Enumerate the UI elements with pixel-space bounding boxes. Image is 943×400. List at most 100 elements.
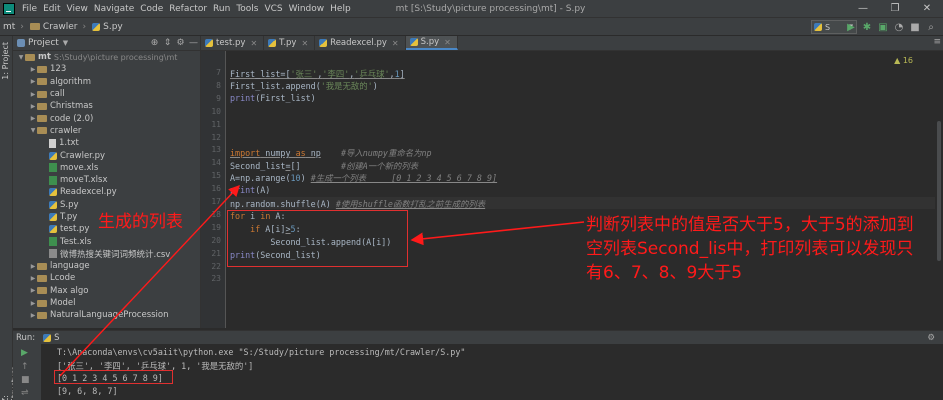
python-file-icon <box>43 333 52 342</box>
tree-item[interactable]: move.xls <box>13 162 200 174</box>
chevron-right-icon[interactable]: ▶ <box>29 300 37 307</box>
coverage-icon[interactable]: ▣ <box>875 22 891 33</box>
editor-scrollbar[interactable] <box>935 51 943 328</box>
menu-code[interactable]: Code <box>137 4 166 14</box>
close-tab-icon[interactable]: ✕ <box>250 39 257 48</box>
gear-icon[interactable]: ⚙ <box>927 333 935 343</box>
chevron-right-icon[interactable]: ▶ <box>29 78 37 85</box>
code-editor[interactable]: ▲ 16 First_list=['张三','李四','乒乓球',1] Firs… <box>226 51 935 328</box>
hide-icon[interactable]: — <box>187 38 200 48</box>
menu-view[interactable]: View <box>64 4 91 14</box>
tree-item[interactable]: ▶ Christmas <box>13 100 200 112</box>
chevron-right-icon[interactable]: ▶ <box>29 312 37 319</box>
chevron-right-icon[interactable]: ▶ <box>29 66 37 73</box>
close-tab-icon[interactable]: ✕ <box>444 38 451 47</box>
folder-icon <box>25 53 35 61</box>
run-config-tab[interactable]: S <box>54 333 59 343</box>
editor-tabs: test.py ✕ T.py ✕ Readexcel.py ✕ S.py ✕ ≡ <box>201 36 943 51</box>
menu-edit[interactable]: Edit <box>40 4 63 14</box>
tree-item-label: call <box>50 89 65 100</box>
close-icon[interactable]: ✕ <box>911 0 943 18</box>
stop-icon[interactable]: ■ <box>21 375 30 385</box>
tree-root[interactable]: ▼ mt S:\Study\picture processing\mt <box>13 51 200 63</box>
menu-run[interactable]: Run <box>210 4 233 14</box>
tree-item[interactable]: ▼ crawler <box>13 125 200 137</box>
tree-item-label: Test.xls <box>60 236 92 247</box>
profile-icon[interactable]: ◔ <box>891 22 907 33</box>
collapse-icon[interactable]: ⇕ <box>161 38 174 48</box>
menu-vcs[interactable]: VCS <box>261 4 285 14</box>
chevron-right-icon[interactable]: ▶ <box>29 287 37 294</box>
tree-item[interactable]: ▶ Lcode <box>13 272 200 284</box>
tree-item[interactable]: Test.xls <box>13 235 200 247</box>
tree-item[interactable]: ▶ Model <box>13 297 200 309</box>
tab-s-py[interactable]: S.py ✕ <box>405 36 458 50</box>
tree-item-label: Lcode <box>50 273 76 284</box>
tree-item[interactable]: ▶ Max algo <box>13 285 200 297</box>
debug-icon[interactable]: ✱ <box>859 22 875 33</box>
tree-item[interactable]: Crawler.py <box>13 149 200 161</box>
gear-icon[interactable]: ⚙ <box>174 38 187 48</box>
python-file-icon <box>49 188 57 197</box>
warning-indicator[interactable]: ▲ 16 <box>894 56 913 65</box>
tree-item[interactable]: 微博热搜关键词词频统计.csv <box>13 248 200 260</box>
python-file-icon <box>92 22 101 31</box>
locate-icon[interactable]: ⊕ <box>148 38 161 48</box>
line-number: 14 <box>211 158 221 168</box>
chevron-right-icon[interactable]: ▶ <box>29 263 37 270</box>
project-title[interactable]: Project <box>28 38 59 48</box>
tree-item[interactable]: ▶ NaturalLanguageProcession <box>13 309 200 321</box>
tree-item[interactable]: moveT.xlsx <box>13 174 200 186</box>
code-line: print(First_list) <box>230 93 316 103</box>
chevron-right-icon[interactable]: ▶ <box>29 275 37 282</box>
chevron-down-icon[interactable]: ▼ <box>63 39 68 47</box>
tree-item[interactable]: ▶ call <box>13 88 200 100</box>
navigation-bar: mt › Crawler › S.py S ▼ ▶ ✱ ▣ ◔ ■ ⌕ <box>0 18 943 36</box>
up-icon[interactable]: ↑ <box>21 362 29 372</box>
breadcrumb-crawler[interactable]: Crawler › <box>27 22 89 32</box>
code-line: print(A) <box>230 185 271 195</box>
menu-refactor[interactable]: Refactor <box>166 4 210 14</box>
tree-item[interactable]: ▶ language <box>13 260 200 272</box>
tab-list-icon[interactable]: ≡ <box>933 37 941 47</box>
tab-readexcel-py[interactable]: Readexcel.py ✕ <box>315 36 406 50</box>
minimize-icon[interactable]: — <box>847 0 879 18</box>
folder-icon <box>29 23 40 30</box>
chevron-right-icon[interactable]: ▶ <box>29 103 37 110</box>
rerun-icon[interactable]: ▶ <box>21 348 28 358</box>
menu-help[interactable]: Help <box>327 4 354 14</box>
code-line: First_list=['张三','李四','乒乓球',1] <box>230 69 405 79</box>
tree-item[interactable]: Readexcel.py <box>13 186 200 198</box>
breadcrumb-mt[interactable]: mt › <box>0 22 27 32</box>
close-tab-icon[interactable]: ✕ <box>392 39 399 48</box>
menu-tools[interactable]: Tools <box>233 4 261 14</box>
breadcrumb-file[interactable]: S.py <box>89 22 126 32</box>
menu-navigate[interactable]: Navigate <box>91 4 137 14</box>
project-tool-tab[interactable]: 1: Project <box>1 42 10 80</box>
tree-item[interactable]: ▶ code (2.0) <box>13 112 200 124</box>
folder-icon <box>37 262 47 270</box>
line-number: 15 <box>211 171 221 181</box>
tree-item[interactable]: 1.txt <box>13 137 200 149</box>
line-number: 18 <box>211 209 221 219</box>
chevron-right-icon[interactable]: ▶ <box>29 115 37 122</box>
search-icon[interactable]: ⌕ <box>923 22 939 33</box>
folder-icon <box>37 127 47 135</box>
chevron-down-icon[interactable]: ▼ <box>29 127 37 134</box>
tree-item[interactable]: ▶ algorithm <box>13 76 200 88</box>
tab-test-py[interactable]: test.py ✕ <box>201 36 265 50</box>
menu-file[interactable]: File <box>19 4 40 14</box>
folder-icon <box>37 115 47 123</box>
wrap-icon[interactable]: ⇌ <box>21 388 29 398</box>
tree-item[interactable]: ▶ 123 <box>13 63 200 75</box>
maximize-icon[interactable]: ❐ <box>879 0 911 18</box>
menu-window[interactable]: Window <box>286 4 328 14</box>
chevron-right-icon[interactable]: ▶ <box>29 91 37 98</box>
tree-item-label: T.py <box>60 212 78 222</box>
run-icon[interactable]: ▶ <box>843 22 859 33</box>
stop-icon[interactable]: ■ <box>907 22 923 33</box>
code-line: import numpy as np #导入numpy重命名为np <box>230 148 432 158</box>
tab-t-py[interactable]: T.py ✕ <box>264 36 316 50</box>
console-output[interactable]: T:\Anaconda\envs\cv5aiit\python.exe "S:/… <box>41 344 943 400</box>
close-tab-icon[interactable]: ✕ <box>301 39 308 48</box>
